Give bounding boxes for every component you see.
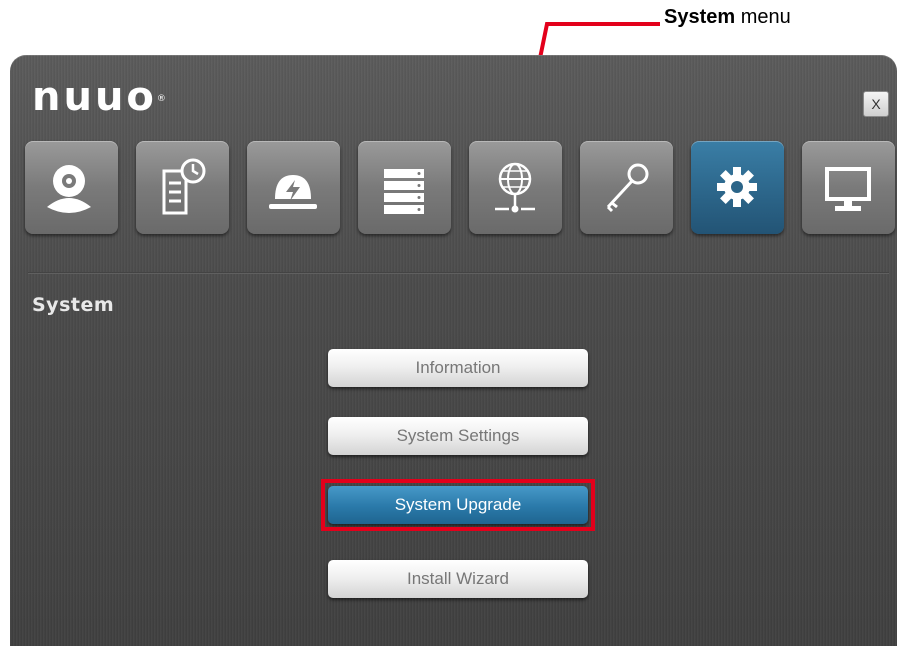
tile-schedule-log[interactable]: [136, 141, 229, 234]
close-button[interactable]: X: [863, 91, 889, 117]
system-upgrade-button[interactable]: System Upgrade: [328, 486, 588, 524]
tile-alarm[interactable]: [247, 141, 340, 234]
nuuo-logo: nuuo®: [32, 74, 166, 120]
camera-icon: [47, 165, 91, 213]
system-window: nuuo® X System Information System Settin…: [10, 55, 897, 646]
monitor-icon: [825, 167, 871, 211]
tile-display[interactable]: [802, 141, 895, 234]
callout-label: System menu: [664, 6, 791, 28]
tile-system[interactable]: [691, 141, 784, 234]
alarm-icon: [269, 175, 317, 209]
gear-icon: [717, 167, 757, 207]
install-wizard-button[interactable]: Install Wizard: [328, 560, 588, 598]
network-icon: [495, 162, 535, 213]
tile-security[interactable]: [580, 141, 673, 234]
information-button[interactable]: Information: [328, 349, 588, 387]
schedule-log-icon: [162, 158, 206, 215]
key-icon: [606, 163, 649, 213]
main-toolbar: [25, 141, 897, 236]
storage-icon: [384, 169, 424, 214]
divider: [28, 272, 889, 274]
section-title: System: [32, 294, 115, 316]
tile-camera[interactable]: [25, 141, 118, 234]
tile-storage[interactable]: [358, 141, 451, 234]
system-settings-button[interactable]: System Settings: [328, 417, 588, 455]
tile-network[interactable]: [469, 141, 562, 234]
